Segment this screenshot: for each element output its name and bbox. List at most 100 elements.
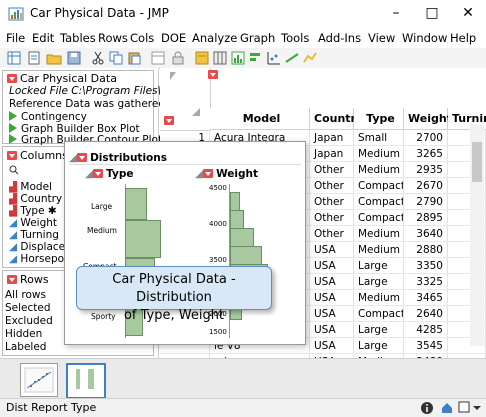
script-contingency[interactable]: Contingency [9,111,87,123]
disclosure-icon[interactable]: ◢ [85,168,93,180]
cell-type[interactable]: Small [354,130,404,146]
paste-icon[interactable] [126,50,142,66]
menu-rows[interactable]: Rows [98,31,128,45]
column-header-model[interactable]: Model [210,108,310,130]
column-item-type[interactable]: ▟ Type ✱ [9,205,57,217]
cell-country[interactable]: USA [310,258,354,274]
column-search[interactable] [9,165,19,178]
cell-type[interactable]: Medium [354,146,404,162]
red-triangle-menu-icon[interactable] [7,275,17,284]
new-table-icon[interactable] [6,50,22,66]
lock-icon[interactable] [170,50,186,66]
cell-weight[interactable]: 4285 [404,322,448,338]
red-triangle-menu-icon[interactable] [93,169,104,178]
cell-country[interactable]: Other [310,162,354,178]
distribution-icon[interactable] [230,50,246,66]
disclosure-icon[interactable]: ◢ [195,168,203,180]
cell-country[interactable]: USA [310,338,354,354]
cell-type[interactable]: Medium [354,162,404,178]
cell-country[interactable]: USA [310,306,354,322]
disclosure-icon[interactable]: ◢ [69,152,77,164]
cell-country[interactable]: USA [310,322,354,338]
cut-icon[interactable] [90,50,106,66]
thumbnail-distribution[interactable] [66,363,106,399]
column-item-model[interactable]: ▟ Model [9,181,52,193]
column-header-type[interactable]: Type [354,108,404,130]
scrollbar-thumb[interactable] [472,142,482,182]
column-item-horsepower[interactable]: ◢ Horsepo [9,253,64,265]
menu-cols[interactable]: Cols [130,31,154,45]
column-red-triangle-icon[interactable] [208,70,218,79]
menu-help[interactable]: Help [450,31,476,45]
cell-weight[interactable]: 2880 [404,242,448,258]
cell-type[interactable]: Large [354,274,404,290]
menu-graph[interactable]: Graph [240,31,275,45]
menu-view[interactable]: View [368,31,395,45]
column-item-country[interactable]: ▟ Country [9,193,62,205]
fit-model-icon[interactable] [284,50,300,66]
cell-weight[interactable]: 3350 [404,258,448,274]
cell-type[interactable]: Large [354,258,404,274]
grid-corner[interactable] [160,68,218,131]
column-header-weight[interactable]: Weight [404,108,452,130]
cell-country[interactable]: Japan [310,146,354,162]
columns-panel-header[interactable]: Columns [7,149,68,162]
cell-weight[interactable]: 2700 [404,130,448,146]
fit-y-by-x-icon[interactable] [266,50,282,66]
cell-weight[interactable]: 3545 [404,338,448,354]
info-icon[interactable] [420,401,434,415]
cell-type[interactable]: Large [354,322,404,338]
menu-tables[interactable]: Tables [60,31,96,45]
menu-edit[interactable]: Edit [32,31,54,45]
menu-tools[interactable]: Tools [281,31,309,45]
cell-country[interactable]: Other [310,178,354,194]
graph-builder-icon[interactable] [302,50,318,66]
menu-file[interactable]: File [6,31,25,45]
home-icon[interactable] [440,401,454,415]
grid-icon[interactable] [212,50,228,66]
maximize-button[interactable]: □ [414,2,450,24]
distributions-header[interactable]: ◢ Distributions [69,152,167,164]
cell-weight[interactable]: 3325 [404,274,448,290]
column-item-displacement[interactable]: ◢ Displace [9,241,65,253]
chevron-down-icon[interactable] [472,403,482,413]
menu-analyze[interactable]: Analyze [192,31,237,45]
cell-country[interactable]: Other [310,226,354,242]
column-item-turning[interactable]: ◢ Turning [9,229,59,241]
cell-country[interactable]: USA [310,290,354,306]
data-table-icon[interactable] [150,50,166,66]
open-folder-icon[interactable] [46,50,62,66]
menu-doe[interactable]: DOE [161,31,186,45]
cell-weight[interactable]: 3465 [404,290,448,306]
cell-weight[interactable]: 3640 [404,226,448,242]
cell-type[interactable]: Medium [354,290,404,306]
cell-country[interactable]: USA [310,242,354,258]
column-item-weight[interactable]: ◢ Weight [9,217,57,229]
red-triangle-menu-icon[interactable] [77,153,88,162]
cell-type[interactable]: Compact [354,178,404,194]
cell-country[interactable]: Other [310,210,354,226]
copy-icon[interactable] [108,50,124,66]
red-triangle-menu-icon[interactable] [203,169,214,178]
red-triangle-menu-icon[interactable] [7,151,17,160]
cell-weight[interactable]: 2640 [404,306,448,322]
cell-type[interactable]: Compact [354,194,404,210]
minimize-button[interactable]: – [378,2,414,24]
cell-weight[interactable]: 2895 [404,210,448,226]
cell-weight[interactable]: 3265 [404,146,448,162]
save-icon[interactable] [66,50,82,66]
cell-type[interactable]: Compact [354,306,404,322]
grid-red-triangle-icon[interactable] [164,116,174,125]
cell-weight[interactable]: 2935 [404,162,448,178]
table-panel-header[interactable]: Car Physical Data [7,72,117,85]
thumbnail-graph-builder[interactable] [20,363,58,397]
rows-panel-header[interactable]: Rows [7,273,49,286]
new-script-icon[interactable] [26,50,42,66]
close-button[interactable]: ✕ [450,2,486,24]
menu-add-ins[interactable]: Add-Ins [318,31,361,45]
cell-type[interactable]: Large [354,338,404,354]
cell-country[interactable]: Japan [310,130,354,146]
column-header-country[interactable]: Country [310,108,363,130]
menu-window[interactable]: Window [402,31,447,45]
cell-weight[interactable]: 2790 [404,194,448,210]
